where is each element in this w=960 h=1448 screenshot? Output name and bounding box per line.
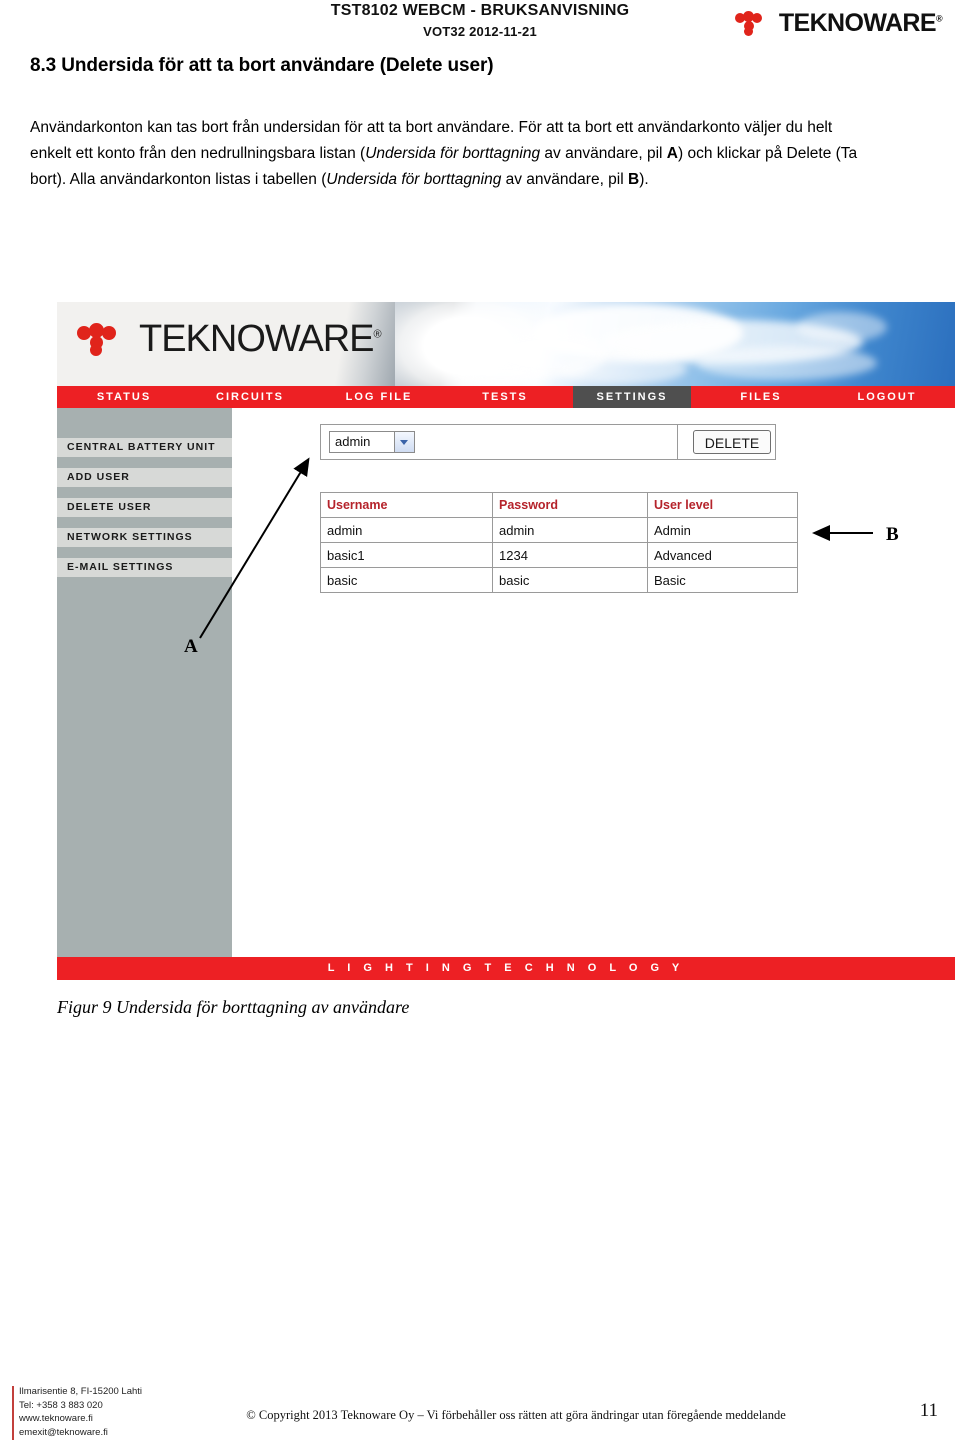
cell-username: admin (320, 517, 493, 543)
user-select-value: admin (335, 434, 371, 449)
cell-user-level: Advanced (647, 542, 798, 568)
sidebar-footer-spacer (57, 941, 232, 957)
teknoware-wordmark-header: TEKNOWARE® (778, 8, 943, 37)
paragraph-part-5: ). (639, 171, 649, 188)
footer-divider (12, 1386, 14, 1440)
user-select-dropdown[interactable]: admin (329, 431, 415, 453)
section-heading: 8.3 Undersida för att ta bort användare … (30, 55, 494, 76)
nav-item-circuits[interactable]: CIRCUITS (195, 386, 305, 408)
teknoware-dots-icon (77, 322, 133, 356)
nav-item-files[interactable]: FILES (709, 386, 813, 408)
registered-mark-icon: ® (373, 328, 382, 341)
paragraph-emphasis-1: Undersida för borttagning (365, 145, 541, 162)
cell-password: 1234 (492, 542, 648, 568)
cloud-decoration (797, 312, 887, 342)
teknoware-logo-header: TEKNOWARE® (734, 8, 943, 38)
app-banner: TEKNOWARE® (57, 302, 955, 386)
cell-user-level: Basic (647, 567, 798, 593)
footer-email-line[interactable]: emexit@teknoware.fi (19, 1426, 239, 1440)
table-row: admin admin Admin (320, 517, 798, 543)
footer-page-number: 11 (919, 1400, 938, 1421)
annotation-label-b: B (886, 524, 899, 545)
cell-username: basic (320, 567, 493, 593)
nav-item-settings[interactable]: SETTINGS (573, 386, 691, 408)
cell-username: basic1 (320, 542, 493, 568)
column-header-username: Username (320, 492, 493, 518)
footer-address-line: Ilmarisentie 8, FI-15200 Lahti (19, 1386, 143, 1397)
footer-copyright: © Copyright 2013 Teknoware Oy – Vi förbe… (246, 1408, 786, 1422)
delete-user-toolbar: admin DELETE (320, 424, 776, 460)
users-table: Username Password User level admin admin… (320, 492, 798, 593)
paragraph-part-4: av användare, pil (501, 171, 628, 188)
sidebar-item-network-settings[interactable]: NETWORK SETTINGS (57, 528, 232, 547)
nav-item-logout[interactable]: LOGOUT (829, 386, 945, 408)
nav-item-tests[interactable]: TESTS (455, 386, 555, 408)
registered-mark-icon: ® (935, 13, 943, 24)
section-paragraph: Användarkonton kan tas bort från undersi… (30, 115, 866, 193)
document-header: TST8102 WEBCM - BRUKSANVISNING VOT32 201… (0, 0, 960, 48)
app-navbar: STATUS CIRCUITS LOG FILE TESTS SETTINGS … (57, 386, 955, 408)
cell-password: basic (492, 567, 648, 593)
sidebar-item-add-user[interactable]: ADD USER (57, 468, 232, 487)
sidebar-item-central-battery-unit[interactable]: CENTRAL BATTERY UNIT (57, 438, 232, 457)
table-row: basic basic Basic (320, 567, 798, 593)
cloud-decoration (455, 360, 545, 386)
column-header-password: Password (492, 492, 648, 518)
app-logo-wordmark: TEKNOWARE® (139, 318, 382, 360)
delete-button[interactable]: DELETE (693, 430, 771, 454)
sidebar-item-email-settings[interactable]: E-MAIL SETTINGS (57, 558, 232, 577)
cloud-decoration (697, 346, 877, 380)
paragraph-part-2: av användare, pil (540, 145, 667, 162)
chevron-down-icon[interactable] (394, 432, 414, 452)
nav-item-log-file[interactable]: LOG FILE (319, 386, 439, 408)
toolbar-divider (677, 425, 678, 459)
cell-user-level: Admin (647, 517, 798, 543)
sidebar-item-delete-user[interactable]: DELETE USER (57, 498, 232, 517)
table-header-row: Username Password User level (320, 492, 798, 518)
figure-caption: Figur 9 Undersida för borttagning av anv… (57, 997, 410, 1017)
paragraph-bold-a: A (666, 145, 678, 162)
cloud-decoration (557, 354, 687, 384)
teknoware-dots-icon (734, 10, 775, 36)
table-row: basic1 1234 Advanced (320, 542, 798, 568)
cell-password: admin (492, 517, 648, 543)
nav-item-status[interactable]: STATUS (69, 386, 179, 408)
app-logo: TEKNOWARE® (77, 318, 382, 360)
paragraph-bold-b: B (628, 171, 640, 188)
app-footer-tagline: L I G H T I N G T E C H N O L O G Y (57, 957, 955, 980)
app-content: admin DELETE Username Password User leve… (232, 408, 955, 957)
annotation-label-a: A (184, 636, 198, 657)
column-header-user-level: User level (647, 492, 798, 518)
app-sidebar: CENTRAL BATTERY UNIT ADD USER DELETE USE… (57, 408, 232, 957)
paragraph-emphasis-2: Undersida för borttagning (326, 171, 502, 188)
